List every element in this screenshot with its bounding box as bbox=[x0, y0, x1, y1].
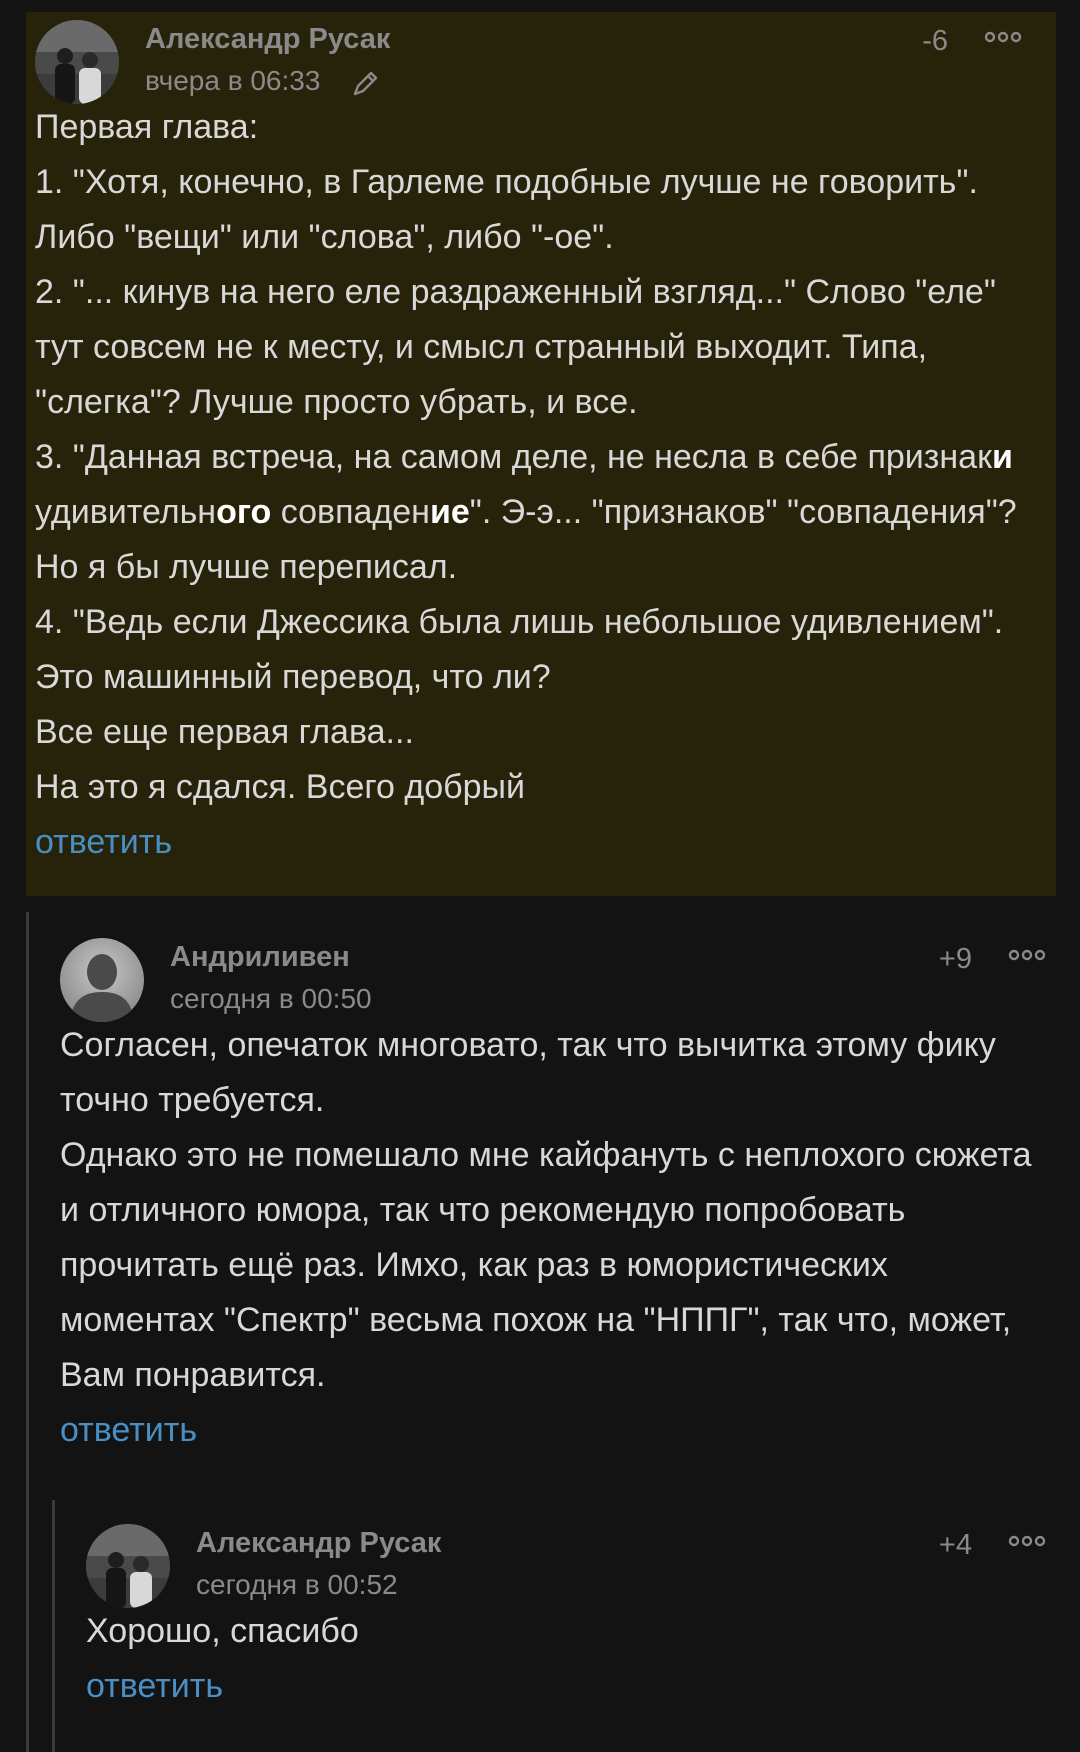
comment-text: Однако это не помешало мне кайфануть с н… bbox=[60, 1136, 1032, 1394]
comment-date: вчера в 06:33 bbox=[145, 65, 321, 96]
comment-rating: +9 bbox=[938, 943, 972, 975]
thread-line bbox=[26, 912, 29, 1752]
comment-text: Хорошо, спасибо bbox=[86, 1612, 359, 1650]
comment-date: сегодня в 00:50 bbox=[170, 983, 372, 1014]
avatar-photo bbox=[35, 20, 119, 104]
comment-text: Согласен, опечаток многовато, так что вы… bbox=[60, 1026, 996, 1119]
comment-header: Александр Русак вчера в 06:33 -6 bbox=[35, 12, 1022, 104]
comment-text: 2. "... кинув на него еле раздраженный в… bbox=[35, 273, 996, 421]
more-dots-icon[interactable] bbox=[1008, 948, 1046, 962]
avatar[interactable] bbox=[60, 938, 144, 1022]
pencil-icon bbox=[353, 71, 378, 96]
comment-rating: +4 bbox=[938, 1529, 972, 1561]
comment-rating: -6 bbox=[922, 25, 948, 57]
comment-text: Первая глава: bbox=[35, 108, 259, 146]
comment-body: Согласен, опечаток многовато, так что вы… bbox=[60, 1018, 1046, 1403]
comment: Александр Русак сегодня в 00:52 +4 Хорош… bbox=[78, 1516, 1056, 1714]
author-name[interactable]: Александр Русак bbox=[196, 1527, 441, 1560]
comment-date: сегодня в 00:52 bbox=[196, 1569, 398, 1600]
thread-line-nested bbox=[52, 1500, 55, 1752]
author-name[interactable]: Андриливен bbox=[170, 941, 350, 974]
comment-text: На это я сдался. Всего добрый bbox=[35, 768, 525, 806]
comment-text: 3. "Данная встреча, на самом деле, не не… bbox=[35, 438, 1017, 586]
more-dots-icon[interactable] bbox=[1008, 1534, 1046, 1548]
author-name[interactable]: Александр Русак bbox=[145, 23, 390, 56]
reply-link[interactable]: ответить bbox=[86, 1659, 1046, 1714]
avatar[interactable] bbox=[35, 20, 119, 104]
comment-text: 1. "Хотя, конечно, в Гарлеме подобные лу… bbox=[35, 163, 978, 256]
comment: Андриливен сегодня в 00:50 +9 Согласен, … bbox=[52, 930, 1056, 1458]
comment-body: Первая глава: 1. "Хотя, конечно, в Гарле… bbox=[35, 100, 1022, 815]
comment-header: Александр Русак сегодня в 00:52 +4 bbox=[86, 1516, 1046, 1608]
comment-text: 4. "Ведь если Джессика была лишь небольш… bbox=[35, 603, 1004, 696]
reply-link[interactable]: ответить bbox=[60, 1403, 1046, 1458]
comment-body: Хорошо, спасибо bbox=[86, 1604, 1046, 1659]
avatar-photo bbox=[86, 1524, 170, 1608]
avatar[interactable] bbox=[86, 1524, 170, 1608]
default-avatar-icon bbox=[60, 938, 144, 1022]
comment-header: Андриливен сегодня в 00:50 +9 bbox=[60, 930, 1046, 1022]
comment-text: Все еще первая глава... bbox=[35, 713, 414, 751]
more-dots-icon[interactable] bbox=[984, 30, 1022, 44]
comment: Александр Русак вчера в 06:33 -6 Первая … bbox=[26, 12, 1056, 896]
reply-link[interactable]: ответить bbox=[35, 815, 1022, 870]
